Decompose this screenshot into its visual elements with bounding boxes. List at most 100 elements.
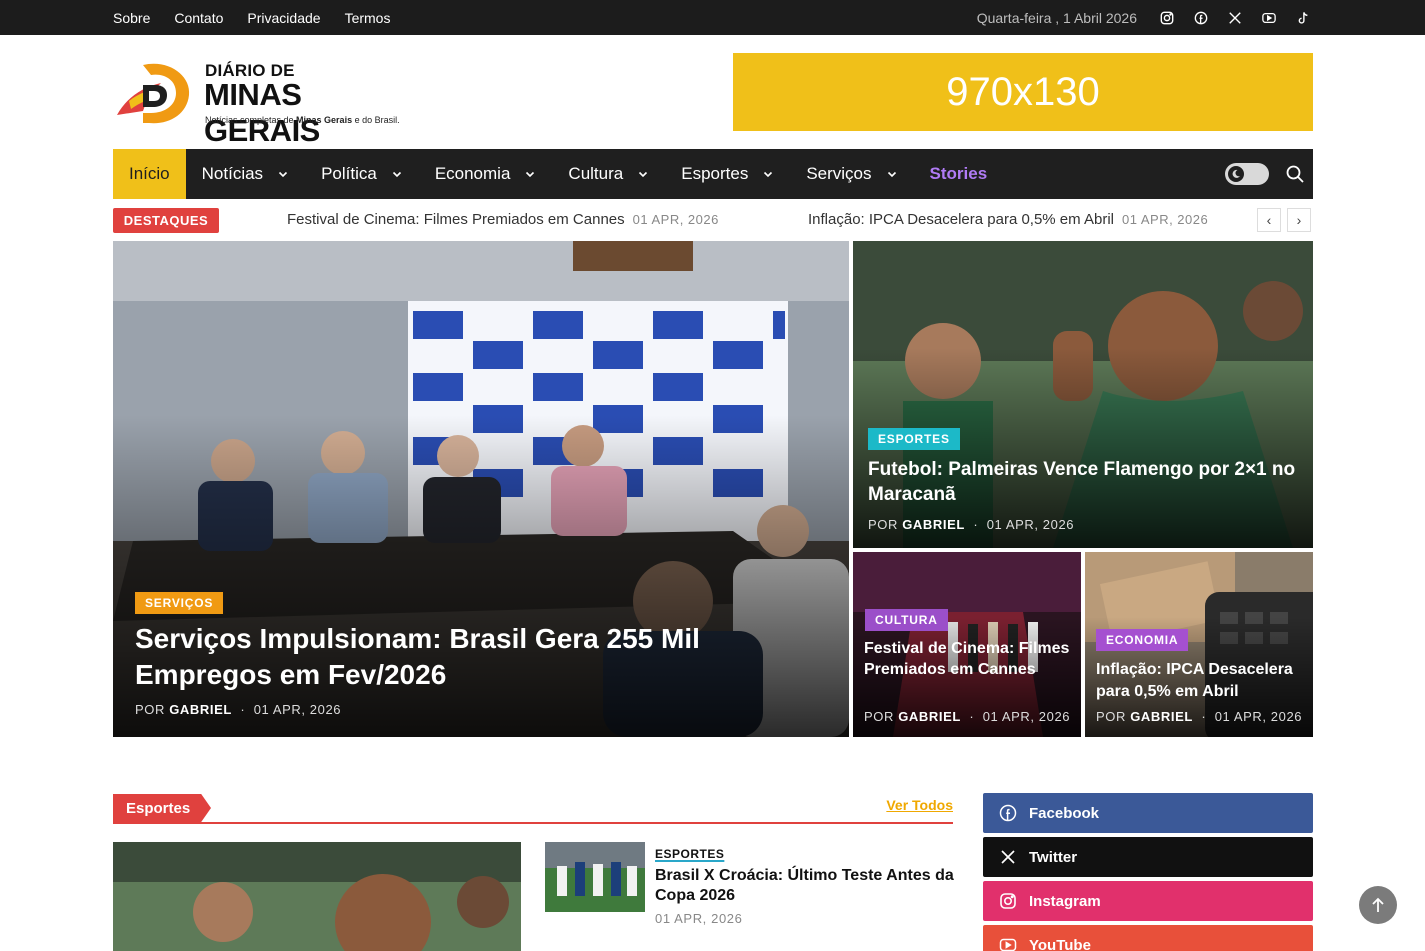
nav-item-esportes[interactable]: Esportes bbox=[665, 149, 790, 199]
nav-item-stories[interactable]: Stories bbox=[914, 149, 1004, 199]
nav-label: Política bbox=[321, 164, 377, 183]
sports-list-thumb[interactable] bbox=[545, 842, 645, 912]
chevron-down-icon bbox=[764, 171, 773, 178]
hero-bottom-right-meta: POR GABRIEL · 01 APR, 2026 bbox=[1096, 709, 1303, 724]
x-icon bbox=[1001, 850, 1015, 864]
facebook-icon bbox=[999, 804, 1017, 822]
hero-main-card[interactable]: SERVIÇOS Serviços Impulsionam: Brasil Ge… bbox=[113, 241, 849, 737]
hero-bottom-left-card[interactable]: CULTURA Festival de Cinema: Filmes Premi… bbox=[853, 552, 1081, 737]
meta-author[interactable]: GABRIEL bbox=[1130, 709, 1193, 724]
logo-tagline-a: Notícias completas de bbox=[205, 115, 297, 125]
main-nav: Início Notícias Política Economia Cultur… bbox=[113, 149, 1313, 199]
hero-bottom-left-title[interactable]: Festival de Cinema: Filmes Premiados em … bbox=[864, 638, 1074, 680]
facebook-icon[interactable] bbox=[1191, 8, 1211, 28]
list-category[interactable]: ESPORTES bbox=[655, 847, 724, 861]
chevron-down-icon bbox=[887, 171, 896, 178]
ticker-next-button[interactable]: › bbox=[1287, 208, 1311, 232]
top-right: Quarta-feira , 1 Abril 2026 bbox=[977, 0, 1313, 35]
see-all-link[interactable]: Ver Todos bbox=[886, 797, 953, 813]
category-badge[interactable]: SERVIÇOS bbox=[135, 592, 224, 614]
back-to-top-button[interactable] bbox=[1359, 886, 1397, 924]
nav-label: Cultura bbox=[568, 164, 624, 183]
instagram-button[interactable]: Instagram bbox=[983, 881, 1313, 921]
top-link-contato[interactable]: Contato bbox=[174, 10, 223, 26]
chevron-down-icon bbox=[392, 171, 401, 178]
nav-label: Serviços bbox=[806, 164, 872, 183]
ticker-title: Festival de Cinema: Filmes Premiados em … bbox=[287, 211, 625, 228]
instagram-label: Instagram bbox=[1029, 892, 1101, 910]
ticker-prev-button[interactable]: ‹ bbox=[1257, 208, 1281, 232]
ticker-item[interactable]: Festival de Cinema: Filmes Premiados em … bbox=[287, 211, 719, 228]
meta-by: POR bbox=[868, 517, 898, 532]
hero-bottom-right-title[interactable]: Inflação: IPCA Desacelera para 0,5% em A… bbox=[1096, 659, 1306, 703]
ticker-badge: DESTAQUES bbox=[113, 208, 219, 233]
nav-item-politica[interactable]: Política bbox=[305, 149, 419, 199]
meta-author[interactable]: GABRIEL bbox=[902, 517, 965, 532]
facebook-button[interactable]: Facebook bbox=[983, 793, 1313, 833]
dark-mode-toggle[interactable] bbox=[1225, 163, 1269, 185]
facebook-label: Facebook bbox=[1029, 804, 1100, 822]
x-icon[interactable] bbox=[1225, 8, 1245, 28]
category-badge[interactable]: CULTURA bbox=[865, 609, 948, 631]
category-badge[interactable]: ESPORTES bbox=[868, 428, 960, 450]
search-icon[interactable] bbox=[1285, 164, 1305, 184]
meta-date: 01 APR, 2026 bbox=[253, 702, 342, 717]
chevron-down-icon bbox=[278, 171, 288, 178]
twitter-label: Twitter bbox=[1029, 848, 1078, 866]
hero-top-right-card[interactable]: ESPORTES Futebol: Palmeiras Vence Flamen… bbox=[853, 241, 1313, 548]
nav-label: Início bbox=[129, 164, 170, 183]
nav-label: Stories bbox=[929, 164, 988, 183]
logo-tagline: Notícias completas de Minas Gerais e do … bbox=[205, 115, 400, 125]
nav-item-servicos[interactable]: Serviços bbox=[790, 149, 913, 199]
nav-item-inicio[interactable]: Início bbox=[113, 149, 186, 199]
instagram-icon[interactable] bbox=[1157, 8, 1177, 28]
current-date: Quarta-feira , 1 Abril 2026 bbox=[976, 9, 1137, 26]
hero-main-meta: POR GABRIEL · 01 APR, 2026 bbox=[135, 702, 342, 717]
hero-top-right-meta: POR GABRIEL · 01 APR, 2026 bbox=[868, 517, 1075, 532]
sports-featured-image[interactable] bbox=[113, 842, 521, 951]
instagram-icon bbox=[1000, 893, 1016, 909]
ticker-title: Inflação: IPCA Desacelera para 0,5% em A… bbox=[808, 211, 1114, 228]
nav-item-economia[interactable]: Economia bbox=[419, 149, 553, 199]
moon-icon bbox=[1228, 166, 1244, 182]
nav-item-noticias[interactable]: Notícias bbox=[186, 149, 305, 199]
category-badge[interactable]: ECONOMIA bbox=[1096, 629, 1189, 651]
ticker-date: 01 APR, 2026 bbox=[632, 212, 719, 227]
meta-date: 01 APR, 2026 bbox=[1214, 709, 1303, 724]
top-links: Sobre Contato Privacidade Termos bbox=[113, 0, 390, 35]
logo-line2: MINAS GERAIS bbox=[204, 77, 320, 148]
hero-bottom-right-card[interactable]: ECONOMIA Inflação: IPCA Desacelera para … bbox=[1085, 552, 1313, 737]
headline-ticker: DESTAQUES Festival de Cinema: Filmes Pre… bbox=[113, 207, 1313, 234]
youtube-button[interactable]: YouTube bbox=[983, 925, 1313, 951]
youtube-icon bbox=[999, 938, 1017, 951]
youtube-label: YouTube bbox=[1029, 936, 1091, 951]
nav-label: Notícias bbox=[201, 164, 264, 183]
hero-bottom-left-meta: POR GABRIEL · 01 APR, 2026 bbox=[864, 709, 1071, 724]
nav-item-cultura[interactable]: Cultura bbox=[552, 149, 665, 199]
nav-label: Esportes bbox=[681, 164, 749, 183]
top-link-privacidade[interactable]: Privacidade bbox=[247, 10, 320, 26]
ad-banner[interactable]: 970x130 bbox=[733, 53, 1313, 131]
section-header-esportes: Esportes Ver Todos bbox=[113, 794, 953, 824]
top-bar: Sobre Contato Privacidade Termos Quarta-… bbox=[0, 0, 1425, 35]
top-link-termos[interactable]: Termos bbox=[345, 10, 391, 26]
youtube-icon[interactable] bbox=[1259, 8, 1279, 28]
twitter-button[interactable]: Twitter bbox=[983, 837, 1313, 877]
ticker-date: 01 APR, 2026 bbox=[1122, 212, 1209, 227]
list-date: 01 APR, 2026 bbox=[655, 911, 743, 926]
logo-mark-icon bbox=[117, 63, 190, 124]
meta-date: 01 APR, 2026 bbox=[982, 709, 1071, 724]
meta-by: POR bbox=[135, 702, 165, 717]
meta-by: POR bbox=[1096, 709, 1126, 724]
site-logo[interactable]: DIÁRIO DE MINAS GERAIS Notícias completa… bbox=[113, 55, 403, 148]
logo-tagline-b: Minas Gerais bbox=[296, 115, 353, 125]
meta-author[interactable]: GABRIEL bbox=[898, 709, 961, 724]
hero-main-title[interactable]: Serviços Impulsionam: Brasil Gera 255 Mi… bbox=[135, 621, 775, 693]
meta-author[interactable]: GABRIEL bbox=[169, 702, 232, 717]
hero-top-right-title[interactable]: Futebol: Palmeiras Vence Flamengo por 2×… bbox=[868, 457, 1298, 507]
logo-tagline-c: e do Brasil. bbox=[352, 115, 400, 125]
ticker-item[interactable]: Inflação: IPCA Desacelera para 0,5% em A… bbox=[808, 211, 1208, 228]
list-title[interactable]: Brasil X Croácia: Último Teste Antes da … bbox=[655, 866, 955, 906]
top-link-sobre[interactable]: Sobre bbox=[113, 10, 150, 26]
tiktok-icon[interactable] bbox=[1293, 8, 1313, 28]
